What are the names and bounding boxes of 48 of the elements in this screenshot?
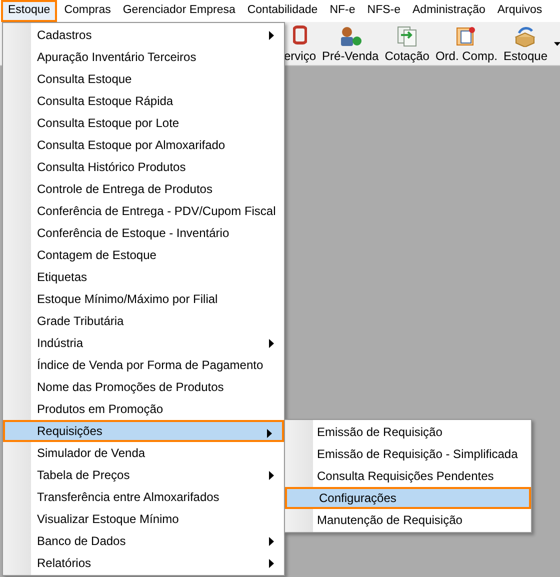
document-compare-icon xyxy=(396,24,418,46)
menu-item[interactable]: Conferência de Entrega - PDV/Cupom Fiscal xyxy=(3,200,284,222)
menu-item[interactable]: Controle de Entrega de Produtos xyxy=(3,178,284,200)
menu-item[interactable]: Conferência de Estoque - Inventário xyxy=(3,222,284,244)
menu-item[interactable]: Relatórios xyxy=(3,552,284,574)
toolbar-button[interactable]: Ord. Comp. xyxy=(435,24,498,64)
menu-bar-item[interactable]: Arquivos xyxy=(492,0,548,22)
document-icon xyxy=(455,24,478,46)
submenu-item[interactable]: Manutenção de Requisição xyxy=(285,509,531,531)
menu-item[interactable]: Indústria xyxy=(3,332,284,354)
menu-bar-item[interactable]: Gerenciador Empresa xyxy=(118,0,240,22)
menu-item[interactable]: Consulta Histórico Produtos xyxy=(3,156,284,178)
menu-item[interactable]: Consulta Estoque por Lote xyxy=(3,112,284,134)
menu-item[interactable]: Requisições xyxy=(3,420,284,442)
menu-item[interactable]: Apuração Inventário Terceiros xyxy=(3,46,284,68)
menu-item[interactable]: Produtos em Promoção xyxy=(3,398,284,420)
menu-item[interactable]: Visualizar Estoque Mínimo xyxy=(3,508,284,530)
menu-item[interactable]: Nome das Promoções de Produtos xyxy=(3,376,284,398)
box-arrow-icon xyxy=(513,24,538,46)
toolbar-button[interactable]: Estoque xyxy=(503,24,548,64)
menu-item[interactable]: Banco de Dados xyxy=(3,530,284,552)
menu-bar-item[interactable]: NFS-e xyxy=(362,0,406,22)
menu-item[interactable]: Cadastros xyxy=(3,24,284,46)
menu-item[interactable]: Consulta Estoque por Almoxarifado xyxy=(3,134,284,156)
menu-bar-item[interactable]: Compras xyxy=(59,0,116,22)
menu-item[interactable]: Consulta Estoque Rápida xyxy=(3,90,284,112)
menu-bar-item[interactable]: Estoque xyxy=(1,0,58,22)
toolbar-button[interactable]: Pré-Venda xyxy=(322,24,379,64)
menu-item[interactable]: Contagem de Estoque xyxy=(3,244,284,266)
submenu-item[interactable]: Emissão de Requisição xyxy=(285,421,531,443)
menu-item[interactable]: Tabela de Preços xyxy=(3,464,284,486)
toolbar-button[interactable]: erviço xyxy=(284,24,316,64)
submenu-item[interactable]: Consulta Requisições Pendentes xyxy=(285,465,531,487)
person-money-icon xyxy=(338,24,362,46)
menu-item[interactable]: Índice de Venda por Forma de Pagamento xyxy=(3,354,284,376)
dropdown-caret-icon[interactable] xyxy=(554,42,560,46)
submenu-item[interactable]: Configurações xyxy=(285,487,531,509)
menu-bar-item[interactable]: Contabilidade xyxy=(242,0,323,22)
submenu-item[interactable]: Emissão de Requisição - Simplificada xyxy=(285,443,531,465)
menu-item[interactable]: Consulta Estoque xyxy=(3,68,284,90)
menu-bar-item[interactable]: Administração xyxy=(408,0,490,22)
menu-bar-item[interactable]: NF-e xyxy=(324,0,360,22)
menu-item[interactable]: Grade Tributária xyxy=(3,310,284,332)
menu-item[interactable]: Etiquetas xyxy=(3,266,284,288)
menu-item[interactable]: Transferência entre Almoxarifados xyxy=(3,486,284,508)
toolbar-button[interactable]: Cotação xyxy=(384,24,430,64)
menu-item[interactable]: Estoque Mínimo/Máximo por Filial xyxy=(3,288,284,310)
menu-item[interactable]: Simulador de Venda xyxy=(3,442,284,464)
